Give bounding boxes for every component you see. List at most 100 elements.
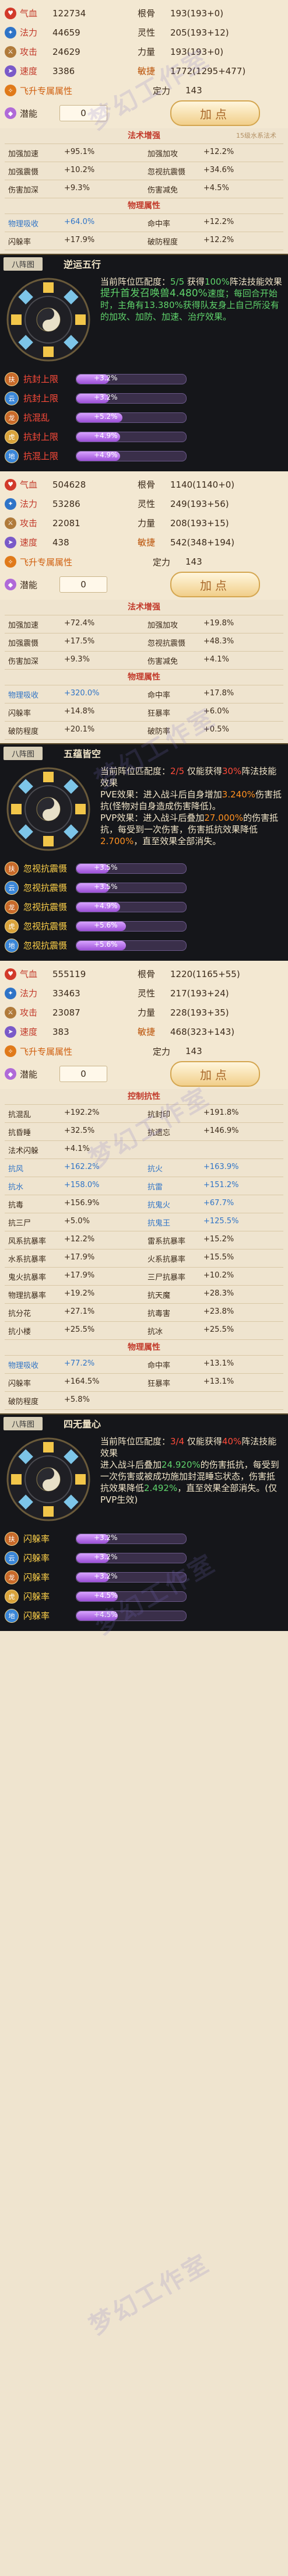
position-row[interactable]: 龙闪躲率 +3.2% (5, 1567, 283, 1587)
position-progress-bar: +5.6% (76, 940, 187, 951)
attr-cell: 物理吸收 +320.0% (5, 689, 144, 700)
position-3-icon: 虎 (5, 429, 19, 444)
attr-cell: 三尸抗暴率 +10.2% (144, 1271, 283, 1282)
position-row[interactable]: 地忽视抗震慑 +5.6% (5, 936, 283, 955)
attr-cell: 忽视抗震慑 +48.3% (144, 637, 283, 648)
stat-value: 504628 (52, 479, 86, 490)
formation-name: 四无量心 (64, 1419, 101, 1430)
feisheng-icon: ✧ (5, 556, 16, 568)
stat-value: 3386 (52, 65, 75, 76)
position-attr-label: 抗混乱 (23, 412, 50, 423)
attr-name: 闪躲率 (8, 709, 31, 718)
desc-text: 2.700% (100, 836, 134, 846)
position-row[interactable]: 云忽视抗震慑 +3.5% (5, 878, 283, 897)
attr-name: 抗小楼 (8, 1327, 31, 1336)
attr-value: +32.5% (64, 1126, 95, 1135)
attr-value: +12.2% (203, 147, 234, 156)
position-row[interactable]: 云抗封上限 +3.2% (5, 388, 283, 408)
add-points-button[interactable]: 加点 (170, 1061, 260, 1087)
position-row[interactable]: 虎闪躲率 +4.5% (5, 1587, 283, 1606)
position-row[interactable]: 虎抗封上限 +4.9% (5, 427, 283, 446)
stat-label: 速度 (20, 537, 38, 548)
attr-cell: 雷系抗暴率 +15.2% (144, 1235, 283, 1246)
attr-value: +192.2% (64, 1108, 100, 1117)
attr-cell: 加强加攻 +12.2% (144, 148, 283, 159)
attr-value: +14.8% (64, 706, 95, 716)
position-1-icon: 云 (5, 880, 19, 895)
position-row[interactable]: 地闪躲率 +4.5% (5, 1606, 283, 1625)
attr-value: +158.0% (64, 1180, 100, 1189)
position-row[interactable]: 地抗混上限 +4.9% (5, 446, 283, 466)
position-row[interactable]: 扶抗封上限 +3.2% (5, 369, 283, 388)
hp-icon: ♥ (5, 7, 16, 19)
attr-label: 力量 (138, 518, 156, 528)
position-row[interactable]: 扶闪躲率 +3.2% (5, 1529, 283, 1548)
position-row[interactable]: 龙抗混乱 +5.2% (5, 408, 283, 427)
stat-row: ✦ 法力 33463 灵性 217(193+24) (5, 984, 283, 1003)
add-points-button[interactable]: 加点 (170, 100, 260, 126)
attr-value: +20.1% (64, 724, 95, 734)
position-3-icon: 虎 (5, 919, 19, 933)
position-1-icon: 云 (5, 1550, 19, 1565)
attr-name: 加强加速 (8, 621, 39, 630)
position-1-icon: 云 (5, 391, 19, 405)
attr-value: +19.2% (64, 1289, 95, 1298)
attr-value: +9.3% (64, 183, 90, 192)
position-row[interactable]: 虎忽视抗震慑 +5.6% (5, 916, 283, 936)
position-row[interactable]: 扶忽视抗震慑 +3.5% (5, 859, 283, 878)
attr-name: 狂暴率 (147, 709, 171, 718)
attr-name: 抗毒害 (147, 1309, 171, 1318)
formation-body: 当前阵位匹配度：3/4 仅能获得40%阵法技能效果 进入战斗后叠加24.920%的… (0, 1432, 288, 1527)
progress-value: +4.5% (94, 1610, 118, 1619)
formation-description: 当前阵位匹配度：5/5 获得100%阵法技能效果 提升首发召唤兽4.480%速度；… (92, 276, 283, 363)
attr-name: 抗三尸 (8, 1219, 31, 1228)
desc-text: ，直至效果全部消失。 (134, 836, 222, 846)
stat-row: ⚔ 攻击 24629 力量 193(193+0) (5, 42, 283, 61)
attr-value: +17.8% (203, 688, 234, 698)
attr-value: +191.8% (203, 1108, 239, 1117)
attr-cell: 命中率 +13.1% (144, 1359, 283, 1370)
attr-value: +4.1% (203, 654, 229, 664)
attr-cell: 破防率 +0.5% (144, 725, 283, 736)
progress-value: +4.9% (94, 431, 118, 440)
attr-name: 伤害减免 (147, 186, 178, 195)
stat-value: 122734 (52, 8, 86, 19)
desc-text: 4.480% (170, 288, 208, 299)
attr-row: 抗小楼 +25.5% 抗冰 +25.5% (5, 1322, 283, 1340)
formation-header: 八阵图 五蕴皆空 (0, 744, 288, 762)
progress-value: +5.6% (94, 940, 118, 949)
qianneng-row: ◆ 潜能 0 加点 (5, 1061, 283, 1087)
attr-name: 法术闪躲 (8, 1146, 39, 1156)
position-row[interactable]: 龙忽视抗震慑 +4.9% (5, 897, 283, 916)
attr-value: +6.0% (203, 706, 229, 716)
formation-name: 逆运五行 (64, 259, 101, 270)
stat-value: 22081 (52, 517, 80, 528)
attr-name: 抗鬼王 (147, 1219, 171, 1228)
attr-name: 抗水 (8, 1182, 24, 1192)
attr-name: 物理吸收 (8, 1361, 39, 1370)
desc-text: 当前阵位匹配度： (100, 1436, 171, 1447)
mp-icon: ✦ (5, 498, 16, 510)
position-attr-label: 忽视抗震慑 (23, 921, 68, 932)
add-points-button[interactable]: 加点 (170, 572, 260, 597)
stat-right: 力量 228(193+35) (138, 1006, 283, 1019)
attr-name: 火系抗暴率 (147, 1255, 186, 1264)
formation-tag[interactable]: 八阵图 (3, 1416, 43, 1430)
stat-value: 44659 (52, 27, 80, 38)
attr-value: 228(193+35) (170, 1007, 229, 1018)
position-row[interactable]: 云闪躲率 +3.2% (5, 1548, 283, 1567)
stat-left: ✦ 法力 44659 (5, 26, 138, 38)
pet-panel: ♥ 气血 555119 根骨 1220(1165+55) ✦ 法力 33463 灵性 217(19… (0, 961, 288, 1631)
attr-row: 物理吸收 +77.2% 命中率 +13.1% (5, 1356, 283, 1374)
attr-name: 抗毒 (8, 1200, 24, 1210)
attr-cell: 抗混乱 +192.2% (5, 1108, 144, 1119)
attr-row: 抗水 +158.0% 抗雷 +151.2% (5, 1177, 283, 1195)
formation-tag[interactable]: 八阵图 (3, 257, 43, 271)
attr-cell: 加强震慑 +17.5% (5, 637, 144, 648)
formation-tag[interactable]: 八阵图 (3, 746, 43, 760)
stat-value: 53286 (52, 498, 80, 509)
attr-value: +23.8% (203, 1307, 234, 1316)
attr-cell: 闪躲率 +14.8% (5, 707, 144, 718)
attr-cell: 抗水 +158.0% (5, 1181, 144, 1192)
desc-text: 30% (222, 766, 242, 776)
